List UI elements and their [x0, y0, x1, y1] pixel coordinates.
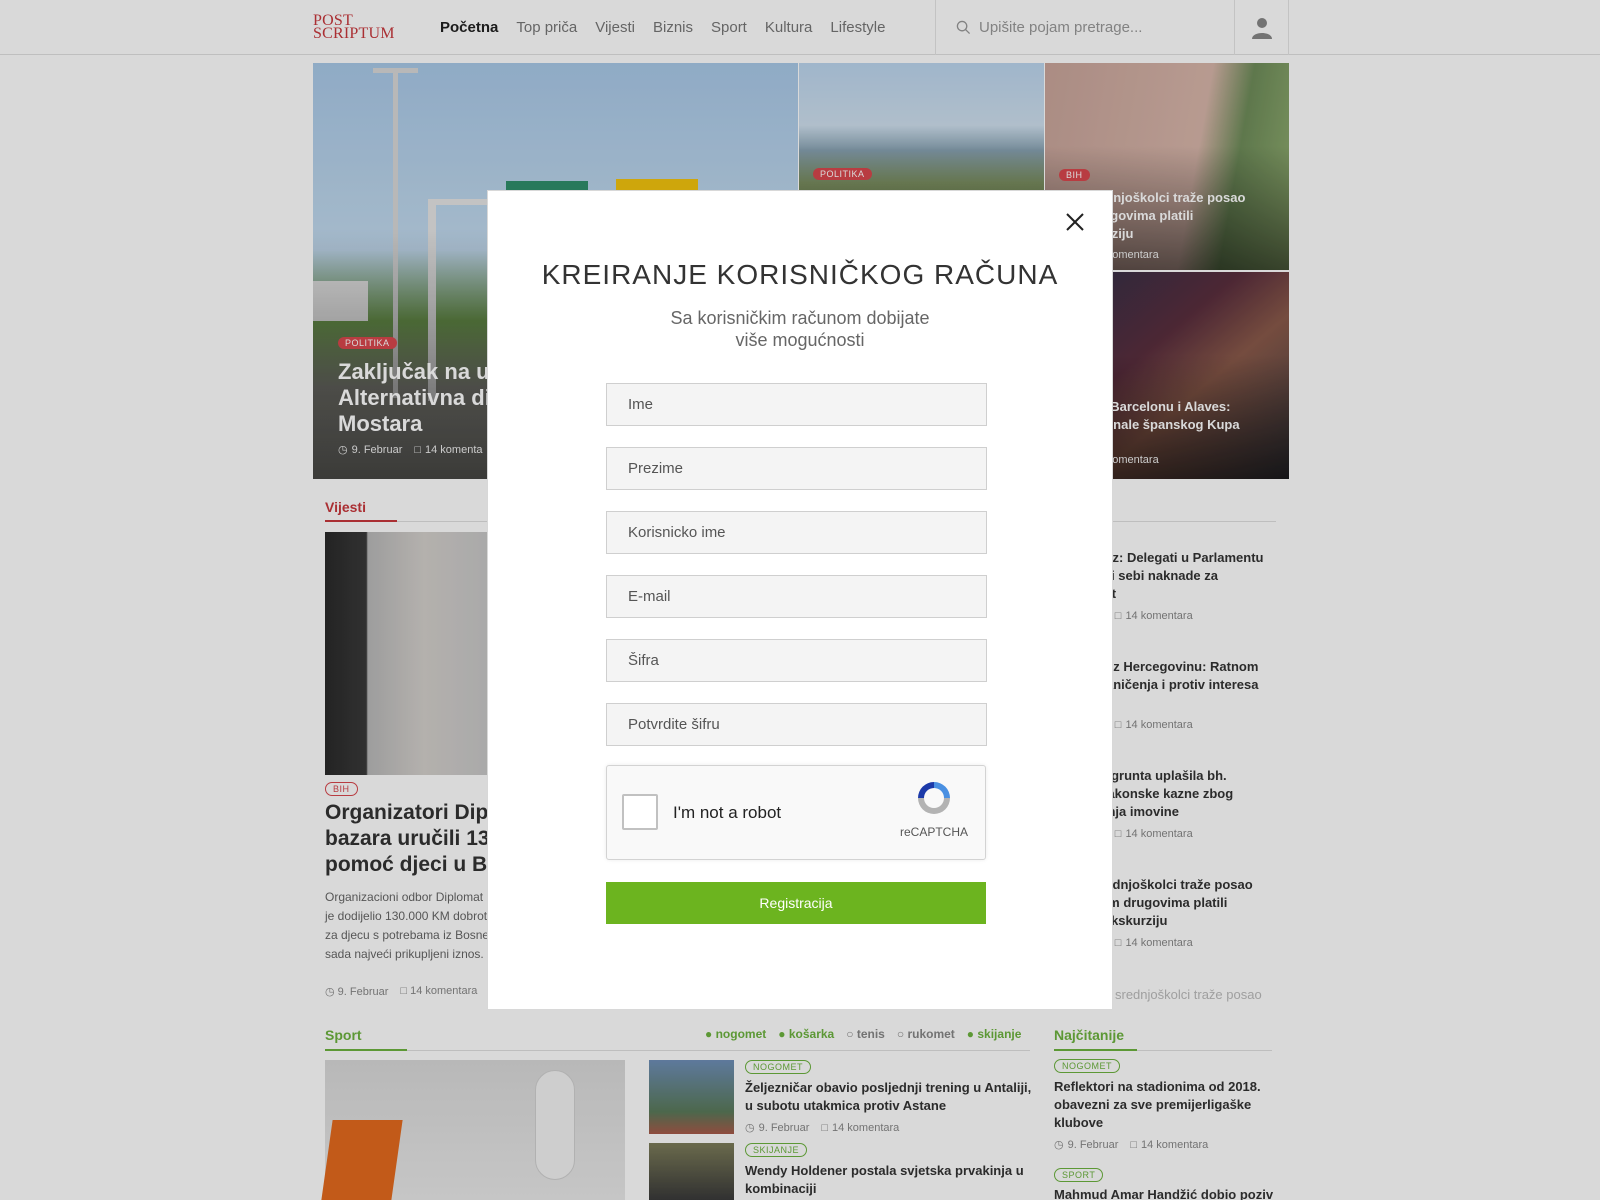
email-input[interactable] — [607, 576, 986, 617]
first-name-input[interactable] — [607, 384, 986, 425]
first-name-field[interactable] — [606, 383, 987, 426]
recaptcha-checkbox[interactable] — [622, 794, 658, 830]
recaptcha-widget: I'm not a robot reCAPTCHA — [606, 765, 986, 860]
email-field[interactable] — [606, 575, 987, 618]
register-button[interactable]: Registracija — [606, 882, 986, 924]
password-field[interactable] — [606, 639, 987, 682]
username-field[interactable] — [606, 511, 987, 554]
recaptcha-label: I'm not a robot — [673, 803, 782, 822]
confirm-password-input[interactable] — [607, 704, 986, 745]
modal-title: KREIRANJE KORISNIČKOG RAČUNA — [541, 259, 1059, 290]
last-name-input[interactable] — [607, 448, 986, 489]
confirm-password-field[interactable] — [606, 703, 987, 746]
recaptcha-brand: reCAPTCHA — [897, 778, 971, 839]
username-input[interactable] — [607, 512, 986, 553]
password-input[interactable] — [607, 640, 986, 681]
close-icon[interactable] — [1064, 211, 1086, 233]
registration-modal: KREIRANJE KORISNIČKOG RAČUNA Sa korisnič… — [487, 190, 1113, 1010]
modal-subtitle: Sa korisničkim računom dobijate više mog… — [670, 308, 930, 350]
recaptcha-icon — [918, 782, 950, 814]
last-name-field[interactable] — [606, 447, 987, 490]
